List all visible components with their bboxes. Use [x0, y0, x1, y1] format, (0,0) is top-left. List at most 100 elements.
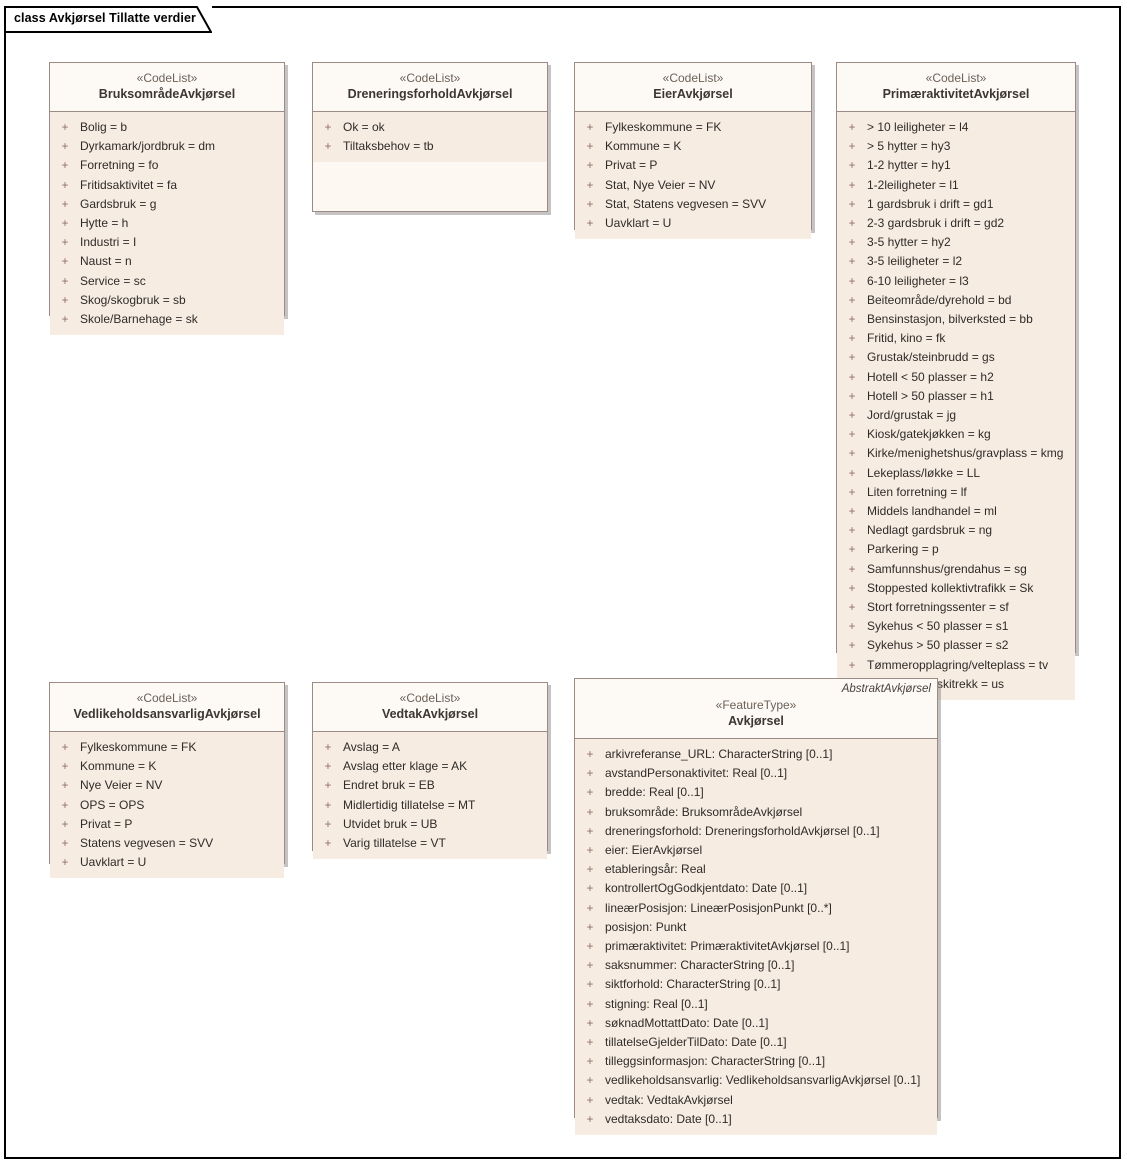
visibility-marker: + — [586, 998, 594, 1011]
visibility-marker: + — [848, 525, 856, 538]
visibility-marker: + — [586, 141, 594, 154]
visibility-marker: + — [61, 294, 69, 307]
visibility-marker: + — [586, 902, 594, 915]
visibility-marker: + — [848, 179, 856, 192]
diagram-title-tab: class Avkjørsel Tillatte verdier — [4, 6, 212, 33]
visibility-marker: + — [848, 563, 856, 576]
visibility-marker: + — [61, 141, 69, 154]
visibility-marker: + — [586, 960, 594, 973]
class-attribute-label: vedtaksdato: Date [0..1] — [605, 1111, 732, 1126]
class-attribute-label: 1-2leiligheter = l1 — [867, 177, 959, 192]
diagram-title-label: class Avkjørsel Tillatte verdier — [14, 11, 197, 25]
class-attribute-label: Gardsbruk = g — [80, 196, 157, 211]
visibility-marker: + — [61, 761, 69, 774]
class-stereotype: «CodeList» — [662, 71, 724, 85]
class-attribute-row: + Nedlagt gardsbruk = ng — [837, 521, 1075, 540]
class-attribute-label: Kommune = K — [605, 139, 682, 154]
class-attribute-list: + Bolig = b + Dyrkamark/jordbruk = dm + Forre… — [50, 112, 284, 336]
class-attribute-row: + Naust = n — [50, 252, 284, 271]
class-attribute-label: Tømmeropplagring/velteplass = tv — [867, 657, 1049, 672]
class-attribute-label: Kommune = K — [80, 759, 157, 774]
class-attribute-row: + bruksområde: BruksområdeAvkjørsel — [575, 803, 937, 822]
visibility-marker: + — [61, 780, 69, 793]
class-attribute-row: + Stoppested kollektivtrafikk = Sk — [837, 579, 1075, 598]
class-attribute-row: + Kommune = K — [575, 137, 811, 156]
class-attribute-label: dreneringsforhold: DreneringsforholdAvkj… — [605, 823, 880, 838]
visibility-marker: + — [324, 141, 332, 154]
class-attribute-row: + Nye Veier = NV — [50, 776, 284, 795]
class-attribute-list: + > 10 leiligheter = l4 + > 5 hytter = hy3 +… — [837, 112, 1075, 701]
class-attribute-label: Kiosk/gatekjøkken = kg — [867, 427, 991, 442]
class-attribute-row: + Statens vegvesen = SVV — [50, 834, 284, 853]
class-attribute-row: + Beiteområde/dyrehold = bd — [837, 291, 1075, 310]
class-attribute-row: + Privat = P — [575, 156, 811, 175]
visibility-marker: + — [61, 160, 69, 173]
class-attribute-row: + søknadMottattDato: Date [0..1] — [575, 1014, 937, 1033]
uml-class-bruksomradeavkjorsel[interactable]: «CodeList» BruksområdeAvkjørsel + Bolig =… — [49, 62, 285, 336]
class-attribute-label: Utvidet bruk = UB — [343, 816, 438, 831]
visibility-marker: + — [586, 160, 594, 173]
class-attribute-row: + Gardsbruk = g — [50, 195, 284, 214]
class-attribute-label: 3-5 leiligheter = l2 — [867, 254, 963, 269]
class-attribute-label: Statens vegvesen = SVV — [80, 836, 214, 851]
class-attribute-label: > 5 hytter = hy3 — [867, 139, 951, 154]
class-attribute-row: + Kommune = K — [50, 757, 284, 776]
class-attribute-row: + Stat, Nye Veier = NV — [575, 176, 811, 195]
visibility-marker: + — [848, 275, 856, 288]
class-attribute-row: +1-2 hytter = hy1 — [837, 156, 1075, 175]
class-attribute-label: Naust = n — [80, 254, 132, 269]
visibility-marker: + — [586, 921, 594, 934]
visibility-marker: + — [848, 390, 856, 403]
visibility-marker: + — [586, 845, 594, 858]
class-attribute-label: Hytte = h — [80, 216, 129, 231]
class-attribute-row: + Forretning = fo — [50, 156, 284, 175]
class-attribute-label: kontrollertOgGodkjentdato: Date [0..1] — [605, 881, 808, 896]
class-attribute-row: + Dyrkamark/jordbruk = dm — [50, 137, 284, 156]
uml-class-vedtakavkjorsel[interactable]: «CodeList» VedtakAvkjørsel + Avslag = A + A… — [312, 682, 548, 860]
visibility-marker: + — [61, 218, 69, 231]
class-attribute-label: Parkering = p — [867, 542, 939, 557]
visibility-marker: + — [586, 179, 594, 192]
class-attribute-label: Fritid, kino = fk — [867, 331, 946, 346]
visibility-marker: + — [61, 818, 69, 831]
class-attribute-row: + Varig tillatelse = VT — [313, 834, 547, 853]
class-attribute-row: + Kiosk/gatekjøkken = kg — [837, 425, 1075, 444]
visibility-marker: + — [61, 275, 69, 288]
visibility-marker: + — [848, 467, 856, 480]
class-attribute-label: Sykehus < 50 plasser = s1 — [867, 619, 1009, 634]
class-name: EierAvkjørsel — [653, 87, 733, 101]
visibility-marker: + — [324, 818, 332, 831]
class-attribute-row: + Avslag = A — [313, 738, 547, 757]
class-attribute-label: 2-3 gardsbruk i drift = gd2 — [867, 216, 1005, 231]
class-attribute-label: Industri = I — [80, 235, 137, 250]
class-attribute-label: saksnummer: CharacterString [0..1] — [605, 958, 795, 973]
class-attribute-row: + avstandPersonaktivitet: Real [0..1] — [575, 764, 937, 783]
uml-class-primaeraktivitetavkjorsel[interactable]: «CodeList» PrimæraktivitetAvkjørsel + > 1… — [836, 62, 1076, 701]
visibility-marker: + — [586, 1037, 594, 1050]
class-attribute-label: Bensinstasjon, bilverksted = bb — [867, 312, 1033, 327]
visibility-marker: + — [848, 486, 856, 499]
class-attribute-row: + Kirke/menighetshus/gravplass = kmg — [837, 444, 1075, 463]
class-attribute-row: + primæraktivitet: PrimæraktivitetAvkjørs… — [575, 937, 937, 956]
uml-class-vedlikeholdsansvarligavkjorsel[interactable]: «CodeList» VedlikeholdsansvarligAvkjørse… — [49, 682, 285, 879]
class-attribute-row: + Bensinstasjon, bilverksted = bb — [837, 310, 1075, 329]
class-attribute-label: Tiltaksbehov = tb — [343, 139, 434, 154]
class-attribute-label: 3-5 hytter = hy2 — [867, 235, 951, 250]
class-attribute-row: + Stort forretningssenter = sf — [837, 598, 1075, 617]
visibility-marker: + — [848, 218, 856, 231]
visibility-marker: + — [61, 122, 69, 134]
visibility-marker: + — [586, 941, 594, 954]
class-attribute-row: + arkivreferanse_URL: CharacterString [0.… — [575, 745, 937, 764]
class-header: «CodeList» VedtakAvkjørsel — [313, 683, 547, 732]
class-attribute-label: søknadMottattDato: Date [0..1] — [605, 1015, 769, 1030]
class-attribute-label: tillatelseGjelderTilDato: Date [0..1] — [605, 1035, 787, 1050]
uml-class-dreneringsforholdavkjorsel[interactable]: «CodeList» DreneringsforholdAvkjørsel + O… — [312, 62, 548, 212]
uml-class-avkjorsel[interactable]: AbstraktAvkjørsel «FeatureType» Avkjørse… — [574, 678, 938, 1136]
class-attribute-label: Grustak/steinbrudd = gs — [867, 350, 995, 365]
uml-class-eieravkjorsel[interactable]: «CodeList» EierAvkjørsel + Fylkeskommune … — [574, 62, 812, 240]
visibility-marker: + — [848, 256, 856, 269]
class-attribute-label: Stort forretningssenter = sf — [867, 600, 1009, 615]
class-attribute-label: Service = sc — [80, 273, 146, 288]
visibility-marker: + — [848, 506, 856, 519]
class-attribute-row: + Fritidsaktivitet = fa — [50, 176, 284, 195]
